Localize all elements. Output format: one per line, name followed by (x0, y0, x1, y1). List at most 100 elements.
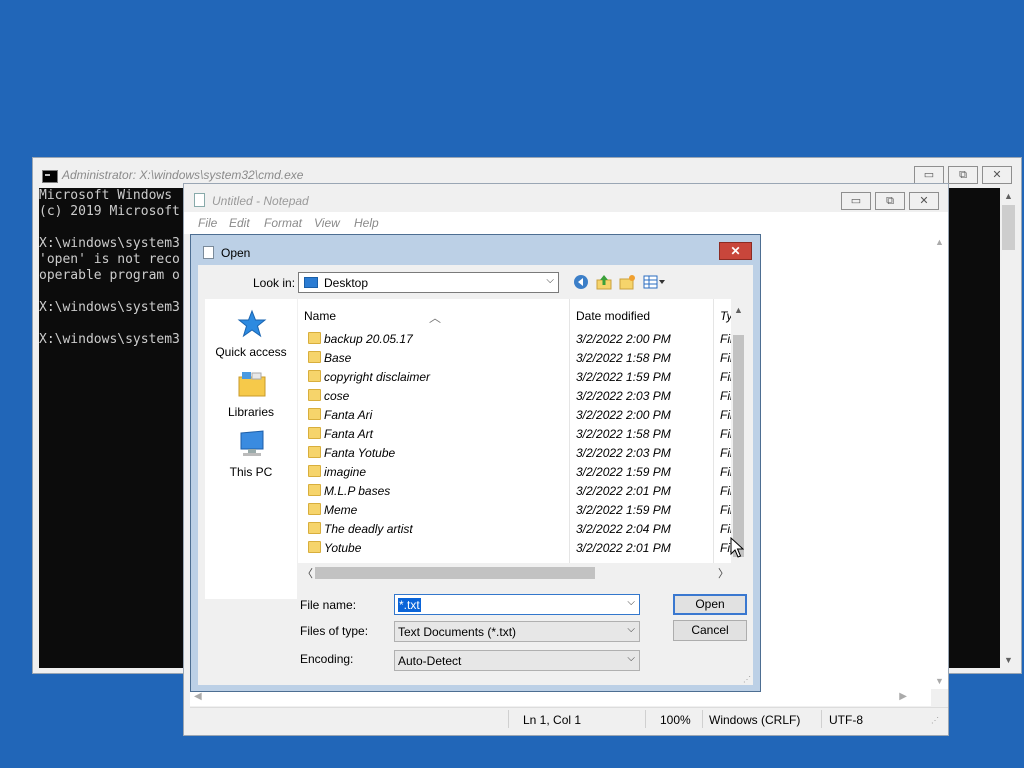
view-menu-icon[interactable] (642, 274, 668, 290)
table-row[interactable]: Fanta Ari 3/2/2022 2:00 PM Fil (298, 405, 733, 424)
table-row[interactable]: M.L.P bases 3/2/2022 2:01 PM Fil (298, 481, 733, 500)
table-row[interactable]: Base 3/2/2022 1:58 PM Fil (298, 348, 733, 367)
folder-icon (308, 541, 321, 553)
file-name-label: File name: (300, 598, 357, 612)
column-name[interactable]: Name (304, 309, 336, 323)
file-name-cell: imagine (324, 465, 367, 479)
status-line-ending: Windows (CRLF) (709, 713, 801, 727)
place-label: Quick access (215, 345, 287, 359)
scroll-down-icon[interactable]: ▼ (1003, 653, 1014, 667)
quick-access-icon (237, 309, 267, 338)
table-row[interactable]: Fanta Yotube 3/2/2022 2:03 PM Fil (298, 443, 733, 462)
notepad-close-button[interactable]: ✕ (909, 192, 939, 210)
notepad-maximize-button[interactable]: ⧉ (875, 192, 905, 210)
encoding-label: Encoding: (300, 652, 354, 666)
scroll-thumb[interactable] (733, 335, 744, 557)
up-folder-icon[interactable] (595, 274, 613, 290)
scroll-up-icon[interactable]: ▲ (934, 235, 945, 249)
look-in-value: Desktop (324, 276, 369, 290)
notepad-minimize-button[interactable]: ▭ (841, 192, 871, 210)
dialog-body: Look in: Desktop ⌵ Quick access Librarie… (198, 265, 753, 685)
file-name-cell: Fanta Yotube (324, 446, 396, 460)
table-row[interactable]: Meme 3/2/2022 1:59 PM Fil (298, 500, 733, 519)
date-modified-cell: 3/2/2022 2:04 PM (576, 522, 671, 536)
table-row[interactable]: cose 3/2/2022 2:03 PM Fil (298, 386, 733, 405)
folder-icon (308, 484, 321, 496)
file-list-vertical-scrollbar[interactable]: ▲ (731, 299, 746, 563)
close-icon: ✕ (992, 169, 1002, 181)
cmd-title: Administrator: X:\windows\system32\cmd.e… (62, 168, 304, 182)
scroll-thumb[interactable] (315, 567, 595, 579)
place-libraries[interactable]: Libraries (205, 365, 297, 421)
notepad-vertical-scrollbar[interactable]: ▲ ▼ (931, 234, 948, 689)
cancel-button[interactable]: Cancel (673, 620, 747, 641)
scroll-right-icon[interactable]: ▶ (899, 691, 907, 702)
new-folder-icon[interactable] (618, 274, 636, 290)
scroll-down-icon[interactable]: ▼ (934, 674, 945, 688)
resize-grip-icon[interactable]: ⋰ (743, 675, 751, 684)
notepad-status-bar: Ln 1, Col 1 100% Windows (CRLF) UTF-8 ⋰ (190, 707, 948, 731)
menu-edit[interactable]: Edit (229, 216, 250, 230)
scroll-left-icon[interactable]: ◀ (194, 691, 202, 702)
table-row[interactable]: backup 20.05.17 3/2/2022 2:00 PM Fil (298, 329, 733, 348)
folder-icon (308, 351, 321, 363)
open-button[interactable]: Open (673, 594, 747, 615)
file-name-cell: copyright disclaimer (324, 370, 431, 384)
date-modified-cell: 3/2/2022 2:00 PM (576, 408, 671, 422)
status-divider (508, 710, 509, 728)
menu-format[interactable]: Format (264, 216, 302, 230)
sort-up-icon: ︿ (429, 311, 442, 325)
encoding-value: Auto-Detect (398, 654, 462, 668)
date-modified-cell: 3/2/2022 1:59 PM (576, 465, 671, 479)
place-this-pc[interactable]: This PC (205, 425, 297, 481)
scroll-thumb[interactable] (1002, 205, 1015, 250)
date-modified-cell: 3/2/2022 2:01 PM (576, 484, 671, 498)
maximize-button[interactable]: ⧉ (948, 166, 978, 184)
close-button[interactable]: ✕ (982, 166, 1012, 184)
column-date-modified[interactable]: Date modified (576, 309, 650, 323)
minimize-icon: ▭ (850, 195, 862, 207)
table-row[interactable]: Fanta Art 3/2/2022 1:58 PM Fil (298, 424, 733, 443)
status-divider (702, 710, 703, 728)
table-row[interactable]: copyright disclaimer 3/2/2022 1:59 PM Fil (298, 367, 733, 386)
file-name-cell: Meme (324, 503, 358, 517)
menu-help[interactable]: Help (354, 216, 379, 230)
resize-grip-icon[interactable]: ⋰ (931, 716, 939, 725)
date-modified-cell: 3/2/2022 1:59 PM (576, 503, 671, 517)
minimize-button[interactable]: ▭ (914, 166, 944, 184)
folder-icon (308, 370, 321, 382)
dialog-close-button[interactable]: ✕ (719, 242, 752, 260)
look-in-label: Look in: (253, 276, 296, 290)
file-name-cell: The deadly artist (324, 522, 413, 536)
status-encoding: UTF-8 (829, 713, 863, 727)
file-list[interactable]: ︿ Name Date modified Ty backup 20.05.17 3… (298, 299, 746, 563)
menu-file[interactable]: File (198, 216, 217, 230)
folder-icon (308, 332, 321, 344)
dialog-title-bar[interactable]: Open ✕ (191, 235, 760, 265)
folder-icon (308, 522, 321, 534)
scroll-right-icon[interactable]: 〉 (718, 565, 729, 581)
open-dialog[interactable]: Open ✕ Look in: Desktop ⌵ Quick access L… (190, 234, 761, 692)
file-type-select[interactable]: Text Documents (*.txt) ⌵ (394, 621, 640, 642)
chevron-down-icon: ⌵ (627, 653, 635, 664)
scroll-left-icon[interactable]: 〈 (302, 565, 313, 581)
table-row[interactable]: Yotube 3/2/2022 2:01 PM Fil (298, 538, 733, 557)
table-row[interactable]: The deadly artist 3/2/2022 2:04 PM Fil (298, 519, 733, 538)
scroll-up-icon[interactable]: ▲ (1003, 189, 1014, 203)
scroll-up-icon[interactable]: ▲ (733, 303, 744, 317)
back-icon[interactable] (572, 274, 590, 290)
cmd-scrollbar[interactable]: ▲ ▼ (1000, 188, 1017, 668)
minimize-icon: ▭ (923, 169, 935, 181)
status-zoom: 100% (660, 713, 691, 727)
place-quick-access[interactable]: Quick access (205, 305, 297, 361)
look-in-dropdown[interactable]: Desktop ⌵ (298, 272, 559, 293)
file-name-input[interactable]: *.txt ⌵ (394, 594, 640, 615)
chevron-down-icon[interactable]: ⌵ (627, 597, 635, 608)
file-list-horizontal-scrollbar[interactable]: 〈 〉 (298, 563, 746, 581)
encoding-select[interactable]: Auto-Detect ⌵ (394, 650, 640, 671)
table-row[interactable]: imagine 3/2/2022 1:59 PM Fil (298, 462, 733, 481)
folder-icon (308, 503, 321, 515)
places-bar: Quick access Libraries This PC (205, 299, 297, 599)
restore-icon: ⧉ (886, 195, 894, 207)
menu-view[interactable]: View (314, 216, 340, 230)
